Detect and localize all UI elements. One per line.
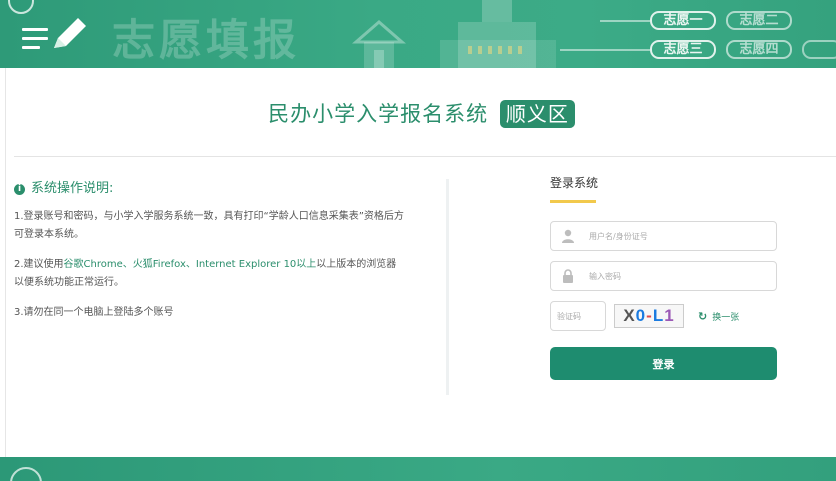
logo-circle-icon [8, 0, 34, 14]
house-icon [352, 20, 406, 68]
system-title: 民办小学入学报名系统 [268, 102, 489, 126]
header-banner: 志愿填报 志愿一 志愿二 志愿三 志愿四 [0, 0, 836, 68]
footer-logo-icon [10, 467, 42, 481]
captcha-char: 1 [664, 306, 675, 325]
building-icon [440, 0, 556, 68]
pen-icon [54, 18, 86, 48]
page-title: 民办小学入学报名系统 顺义区 [6, 98, 836, 128]
refresh-captcha-link[interactable]: ↻ 换一张 [698, 310, 739, 323]
divider [14, 156, 836, 157]
username-input[interactable] [587, 230, 761, 242]
instructions-heading-text: 系统操作说明: [31, 181, 114, 196]
captcha-char: X [623, 306, 636, 325]
instructions-panel: i 系统操作说明: 1.登录账号和密码，与小学入学服务系统一致，具有打印“学龄人… [14, 180, 404, 334]
captcha-input[interactable] [550, 301, 606, 331]
captcha-image[interactable]: X0-L1 [614, 304, 684, 328]
password-field[interactable] [550, 261, 777, 291]
choice-badge-partial [802, 40, 836, 59]
login-button[interactable]: 登录 [550, 347, 777, 380]
choice-badge-1: 志愿一 [650, 11, 716, 30]
instruction-item-2-prefix: 2.建议使用 [14, 259, 64, 270]
district-badge: 顺义区 [499, 100, 575, 128]
instructions-heading: i 系统操作说明: [14, 180, 404, 198]
instruction-item-3: 3.请勿在同一个电脑上登陆多个账号 [14, 307, 174, 318]
info-icon: i [14, 183, 25, 195]
footer-banner [0, 457, 836, 481]
choice-badge-2: 志愿二 [726, 11, 792, 30]
password-input[interactable] [587, 270, 761, 282]
login-panel: 登录系统 X0-L1 ↻ 换一张 登录 [550, 174, 780, 380]
choice-badge-3: 志愿三 [650, 40, 716, 59]
username-field[interactable] [550, 221, 777, 251]
login-title: 登录系统 [550, 176, 599, 190]
banner-title: 志愿填报 [112, 16, 300, 66]
captcha-char: 0 [635, 306, 647, 325]
captcha-char: - [646, 306, 653, 325]
browser-list-highlight: 谷歌Chrome、火狐Firefox、Internet Explorer 10以… [63, 259, 317, 270]
refresh-label: 换一张 [712, 312, 740, 323]
captcha-row: X0-L1 ↻ 换一张 [550, 301, 780, 331]
decor-line [600, 20, 650, 22]
captcha-char: L [652, 306, 665, 325]
main-card: 民办小学入学报名系统 顺义区 i 系统操作说明: 1.登录账号和密码，与小学入学… [5, 68, 836, 457]
choice-badge-4: 志愿四 [726, 40, 792, 59]
instruction-item-2: 2.建议使用谷歌Chrome、火狐Firefox、Internet Explor… [14, 256, 404, 292]
vertical-separator [446, 179, 449, 395]
user-icon [562, 229, 574, 243]
refresh-icon: ↻ [698, 309, 708, 323]
login-title-underline [550, 200, 596, 203]
decor-line [560, 49, 650, 51]
lock-icon [563, 269, 573, 283]
menu-icon[interactable] [22, 28, 48, 50]
instruction-item-1: 1.登录账号和密码，与小学入学服务系统一致，具有打印“学龄人口信息采集表”资格后… [14, 211, 404, 240]
